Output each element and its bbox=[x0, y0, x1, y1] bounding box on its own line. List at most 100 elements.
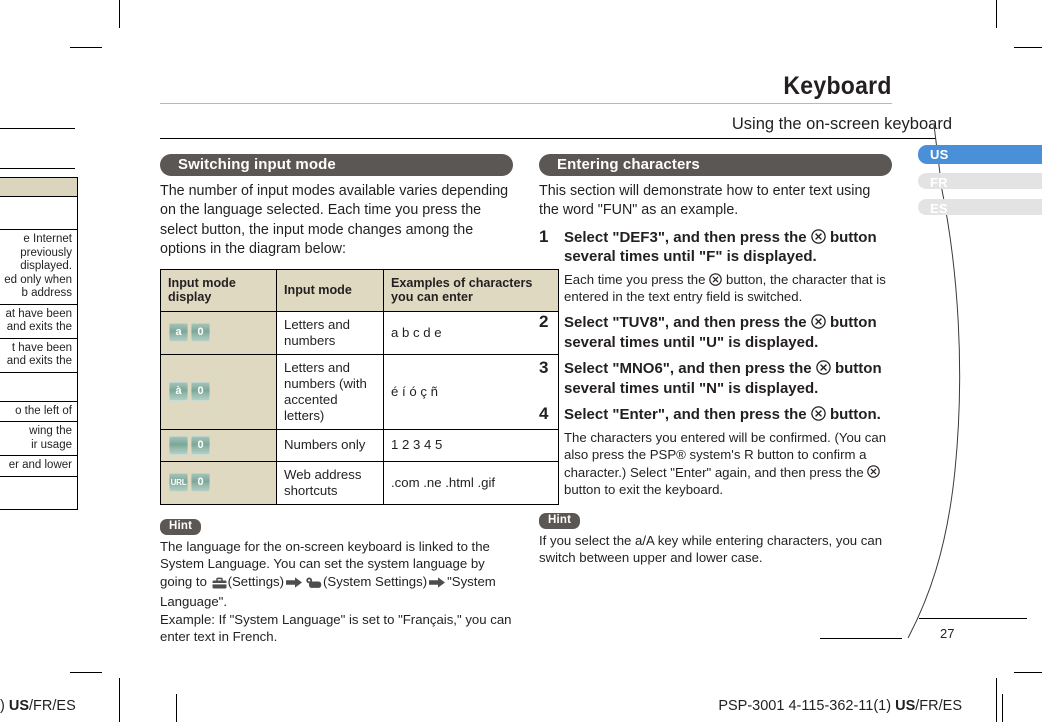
crop-mark-top-left-h bbox=[70, 47, 102, 48]
input-mode-display-cell: URL 0 bbox=[160, 460, 277, 505]
header-rule-thin bbox=[160, 103, 892, 104]
header-rule-thick bbox=[160, 138, 936, 140]
table-header-row: Input mode display Input mode Examples o… bbox=[160, 268, 559, 312]
table-row: URL 0 Web address shortcuts .com .ne .ht… bbox=[160, 460, 559, 505]
bleed-row: er and lower bbox=[0, 455, 78, 477]
page-number: 27 bbox=[940, 626, 955, 641]
table-row: a 0 Letters and numbers a b c d e bbox=[160, 310, 559, 355]
step-4-desc-b: button to exit the keyboard. bbox=[564, 482, 724, 498]
step-1-title: Select "DEF3", and then press the button… bbox=[564, 228, 892, 267]
settings-toolbox-icon bbox=[211, 576, 227, 594]
right-column: Entering characters This section will de… bbox=[539, 154, 892, 567]
step-4: 4 Select "Enter", and then press the but… bbox=[539, 404, 892, 499]
arrow-right-icon-2 bbox=[429, 575, 446, 593]
footer-left: ) US/FR/ES bbox=[0, 698, 76, 714]
mode-chip-numbers-icon: 0 bbox=[191, 435, 210, 455]
input-mode-display-cell: a 0 bbox=[160, 310, 277, 355]
section-header-switching-input-mode: Switching input mode bbox=[160, 154, 513, 176]
step-4-description: The characters you entered will be confi… bbox=[564, 429, 892, 499]
bleed-row: wing the ir usage bbox=[0, 421, 78, 456]
bleed-row bbox=[0, 371, 78, 402]
mode-chip-group: a 0 bbox=[169, 323, 268, 343]
crop-mark-mid-left-h bbox=[0, 128, 75, 129]
hint-text-right: If you select the a/A key while entering… bbox=[539, 532, 883, 566]
footer-right-bold: US bbox=[895, 698, 916, 714]
bleed-row: e Internet previously displayed. ed only wh… bbox=[0, 229, 78, 305]
mode-chip-url-icon: URL bbox=[169, 473, 188, 493]
mode-chip-letters-icon: a bbox=[169, 323, 188, 343]
bleed-header-cell bbox=[0, 177, 78, 197]
hint-left-example: Example: If "System Language" is set to … bbox=[160, 611, 512, 645]
mode-chip-numbers-icon: 0 bbox=[191, 473, 210, 493]
system-settings-label: (System Settings) bbox=[323, 573, 428, 589]
left-column: Switching input mode The number of input… bbox=[160, 154, 559, 646]
page-number-rule-left bbox=[820, 638, 902, 639]
hint-text-left: The language for the on-screen keyboard … bbox=[160, 538, 513, 646]
step-3-number: 3 bbox=[539, 358, 549, 377]
step-1-description: Each time you press the button, the char… bbox=[564, 271, 892, 306]
mode-chip-accented-letters-icon: à bbox=[169, 382, 188, 402]
cross-button-icon bbox=[709, 272, 722, 286]
mode-chip-group: 0 bbox=[169, 435, 268, 455]
step-4-title-a: Select "Enter", and then press the bbox=[564, 406, 811, 423]
step-4-desc-a: The characters you entered will be confi… bbox=[564, 429, 887, 480]
mode-chip-numbers-icon: 0 bbox=[191, 382, 210, 402]
manual-page: e Internet previously displayed. ed only wh… bbox=[0, 0, 1042, 722]
cross-button-icon bbox=[811, 229, 826, 244]
footer-right: PSP-3001 4-115-362-11(1) US/FR/ES bbox=[718, 698, 962, 714]
cross-button-icon bbox=[816, 360, 831, 375]
step-3-title: Select "MNO6", and then press the button… bbox=[564, 359, 892, 398]
language-tab-us[interactable]: US bbox=[918, 145, 1042, 164]
table-row: 0 Numbers only 1 2 3 4 5 bbox=[160, 428, 559, 462]
bleed-table-previous-page: e Internet previously displayed. ed only wh… bbox=[0, 177, 78, 510]
mode-chip-group: URL 0 bbox=[169, 473, 268, 493]
step-2-title: Select "TUV8", and then press the button… bbox=[564, 313, 892, 352]
crop-mark-bottom-left-v bbox=[119, 678, 120, 722]
language-tab-fr[interactable]: FR bbox=[918, 173, 1042, 190]
input-mode-display-cell: à 0 bbox=[160, 353, 277, 430]
footer-divider-right bbox=[1002, 694, 1003, 722]
bleed-row: at have been and exits the bbox=[0, 303, 78, 339]
input-mode-examples: 1 2 3 4 5 bbox=[383, 428, 559, 462]
step-1-number: 1 bbox=[539, 226, 549, 246]
mode-chip-blank-icon bbox=[169, 435, 188, 455]
system-settings-icon bbox=[305, 576, 322, 594]
step-1: 1 Select "DEF3", and then press the butt… bbox=[539, 226, 892, 306]
cross-button-icon bbox=[811, 406, 826, 421]
step-4-title-b: button. bbox=[825, 406, 881, 423]
bleed-row: o the left of bbox=[0, 400, 78, 422]
crop-mark-top-left-v bbox=[119, 0, 120, 28]
input-mode-name: Numbers only bbox=[276, 428, 384, 462]
column-header-examples: Examples of characters you can enter bbox=[383, 268, 559, 312]
input-mode-display-cell: 0 bbox=[160, 428, 277, 462]
crop-mark-top-right-v bbox=[996, 0, 997, 28]
step-1-title-a: Select "DEF3", and then press the bbox=[564, 228, 811, 246]
language-tab-es-label: ES bbox=[930, 201, 948, 216]
crop-mark-mid-left-h2 bbox=[0, 168, 75, 169]
section-header-entering-characters: Entering characters bbox=[539, 154, 892, 176]
bleed-row: t have been and exits the bbox=[0, 337, 78, 373]
step-1-desc-a: Each time you press the bbox=[564, 271, 710, 287]
input-mode-examples: é í ó ç ñ bbox=[383, 353, 559, 430]
table-row: à 0 Letters and numbers (with accented l… bbox=[160, 353, 559, 430]
input-mode-name: Letters and numbers (with accented lette… bbox=[276, 353, 384, 430]
footer-left-bold: US bbox=[8, 698, 30, 714]
hint-badge-left: Hint bbox=[160, 518, 202, 535]
column-header-input-mode-display: Input mode display bbox=[160, 268, 277, 312]
bleed-row bbox=[0, 196, 78, 230]
bleed-row bbox=[0, 475, 78, 510]
input-mode-examples: .com .ne .html .gif bbox=[383, 460, 559, 505]
step-2-title-a: Select "TUV8", and then press the bbox=[564, 314, 811, 331]
arrow-right-icon bbox=[286, 575, 303, 593]
entering-characters-intro: This section will demonstrate how to ent… bbox=[539, 183, 871, 219]
language-tab-us-label: US bbox=[930, 147, 949, 162]
cross-button-icon bbox=[867, 465, 881, 479]
mode-chip-group: à 0 bbox=[169, 382, 268, 402]
language-tab-es[interactable]: ES bbox=[918, 199, 1042, 216]
footer-right-tail: /FR/ES bbox=[915, 698, 962, 714]
switching-input-mode-intro: The number of input modes available vari… bbox=[160, 183, 509, 258]
page-number-rule bbox=[919, 618, 1027, 619]
step-4-title: Select "Enter", and then press the butto… bbox=[564, 405, 892, 425]
crop-mark-bottom-right-v bbox=[996, 678, 997, 722]
mode-chip-numbers-icon: 0 bbox=[191, 323, 210, 343]
